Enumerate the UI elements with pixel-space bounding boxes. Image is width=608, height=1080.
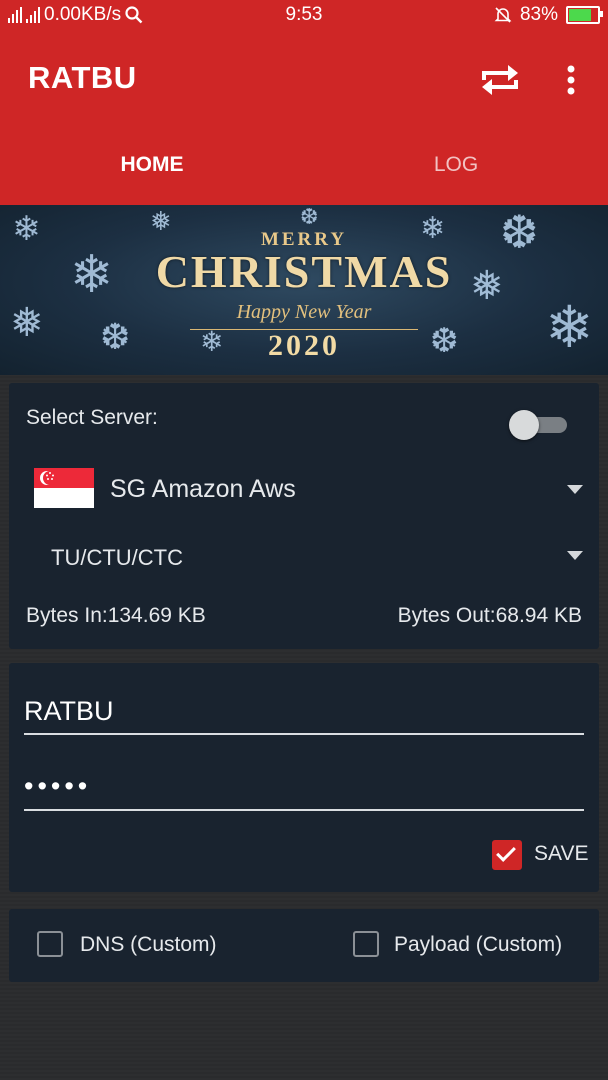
select-server-label: Select Server: [26, 406, 158, 429]
username-field[interactable]: RATBU [24, 696, 114, 727]
server-card: Select Server: SG Amazon Aws TU/CTU/CTC … [9, 383, 599, 649]
banner-new-year-text: Happy New Year [236, 301, 372, 323]
password-field[interactable]: ••••• [24, 771, 91, 802]
server-select[interactable]: SG Amazon Aws [110, 475, 296, 504]
password-underline [24, 809, 584, 811]
payload-custom-label: Payload (Custom) [394, 933, 563, 956]
battery-percent: 83% [519, 4, 558, 25]
bytes-out: Bytes Out:68.94 KB [397, 604, 582, 627]
protocol-select[interactable]: TU/CTU/CTC [51, 545, 183, 571]
login-card: RATBU ••••• SAVE [9, 663, 599, 892]
save-label: SAVE [534, 842, 589, 865]
singapore-flag-icon [34, 468, 94, 508]
tab-log[interactable]: LOG [304, 125, 608, 205]
status-right: 83% [494, 4, 603, 26]
more-options-button[interactable] [556, 60, 586, 100]
sync-button[interactable] [478, 58, 522, 102]
battery-charging-icon [566, 6, 603, 24]
save-checkbox[interactable] [492, 840, 522, 870]
dns-custom-checkbox[interactable] [37, 931, 63, 957]
christmas-banner: ❄ ❄ ❅ ❆ ❅ ❄ ❆ ❄ ❆ ❅ ❄ ❆ MERRY CHRISTMAS … [0, 205, 608, 375]
status-bar: 0.00KB/s 9:53 83% [0, 0, 608, 30]
battery-fill [569, 9, 591, 21]
bell-muted-icon [494, 7, 512, 23]
more-vert-icon [567, 65, 575, 95]
payload-custom-checkbox[interactable] [353, 931, 379, 957]
snowflake-icon: ❆ [300, 205, 319, 230]
bytes-in: Bytes In:134.69 KB [26, 604, 206, 627]
sync-icon [482, 65, 518, 95]
tab-home[interactable]: HOME [0, 125, 304, 205]
options-card: DNS (Custom) Payload (Custom) [9, 909, 599, 982]
server-dropdown-arrow-icon[interactable] [567, 485, 583, 494]
dns-custom-label: DNS (Custom) [80, 933, 217, 956]
username-underline [24, 733, 584, 735]
protocol-dropdown-arrow-icon[interactable] [567, 551, 583, 560]
banner-year-text: 2020 [268, 329, 340, 362]
banner-christmas-text: CHRISTMAS [155, 246, 453, 297]
toggle-thumb [509, 410, 539, 440]
connection-toggle[interactable] [509, 410, 569, 440]
app-title: RATBU [28, 60, 137, 95]
app-bar: RATBU HOME LOG [0, 30, 608, 205]
